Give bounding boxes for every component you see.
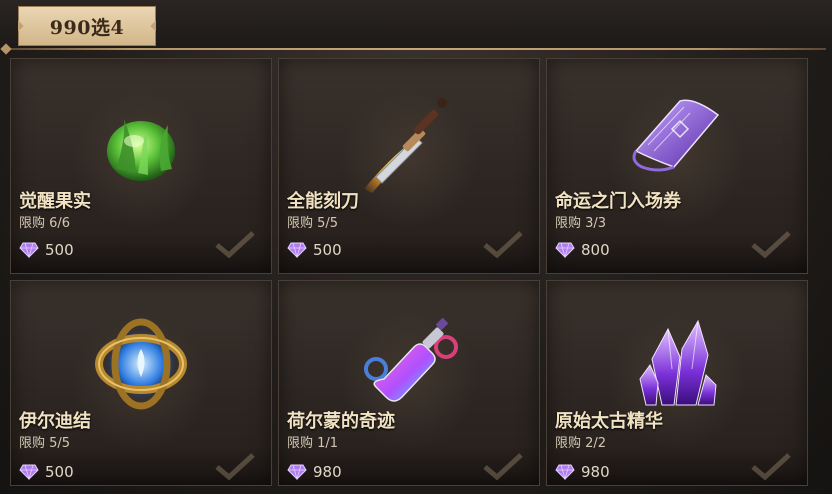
item-card-ildi-knot[interactable]: 伊尔迪结 限购 5/5 500	[10, 280, 272, 486]
checkmark-icon	[215, 453, 255, 481]
price: 500	[287, 241, 342, 259]
purple-diamond-icon	[555, 242, 575, 258]
price-value: 500	[45, 241, 74, 259]
checkmark-icon	[751, 453, 791, 481]
checkmark-icon	[215, 231, 255, 259]
purple-crystal-icon	[639, 319, 717, 406]
item-card-universal-carving-knife[interactable]: 全能刻刀 限购 5/5 500	[278, 58, 540, 274]
item-name: 荷尔蒙的奇迹	[287, 411, 395, 432]
item-card-gate-of-fate-ticket[interactable]: 命运之门入场券 限购 3/3 800	[546, 58, 808, 274]
price: 500	[19, 463, 74, 481]
item-name: 伊尔迪结	[19, 411, 91, 432]
price: 980	[287, 463, 342, 481]
item-card-awakening-fruit[interactable]: 觉醒果实 限购 6/6 500	[10, 58, 272, 274]
item-name: 命运之门入场券	[555, 191, 681, 212]
purchase-limit: 限购 3/3	[555, 216, 607, 231]
purchase-limit: 限购 6/6	[19, 216, 71, 231]
item-name: 全能刻刀	[287, 191, 359, 212]
price-value: 500	[45, 463, 74, 481]
item-name: 觉醒果实	[19, 191, 91, 212]
dagger-icon	[364, 98, 447, 193]
price-value: 980	[313, 463, 342, 481]
page-title: 990选4	[18, 6, 156, 46]
ring-knot-icon	[95, 318, 187, 410]
potion-bottle-icon	[364, 318, 458, 402]
price: 800	[555, 241, 610, 259]
checkmark-icon	[483, 231, 523, 259]
item-grid: 觉醒果实 限购 6/6 500 全能刻刀 限购 5/5 500 命运之门入场券 …	[10, 58, 808, 486]
purple-diamond-icon	[287, 464, 307, 480]
ticket-scroll-icon	[632, 99, 720, 172]
price-value: 500	[313, 241, 342, 259]
price-value: 980	[581, 463, 610, 481]
purchase-limit: 限购 5/5	[287, 216, 339, 231]
item-name: 原始太古精华	[555, 411, 663, 432]
header-divider	[6, 48, 826, 50]
price-value: 800	[581, 241, 610, 259]
checkmark-icon	[483, 453, 523, 481]
price: 980	[555, 463, 610, 481]
purple-diamond-icon	[287, 242, 307, 258]
purple-diamond-icon	[555, 464, 575, 480]
purple-diamond-icon	[19, 242, 39, 258]
price: 500	[19, 241, 74, 259]
checkmark-icon	[751, 231, 791, 259]
green-fruit-icon	[107, 119, 175, 181]
item-card-hormone-miracle[interactable]: 荷尔蒙的奇迹 限购 1/1 980	[278, 280, 540, 486]
item-card-primal-essence[interactable]: 原始太古精华 限购 2/2 980	[546, 280, 808, 486]
purple-diamond-icon	[19, 464, 39, 480]
